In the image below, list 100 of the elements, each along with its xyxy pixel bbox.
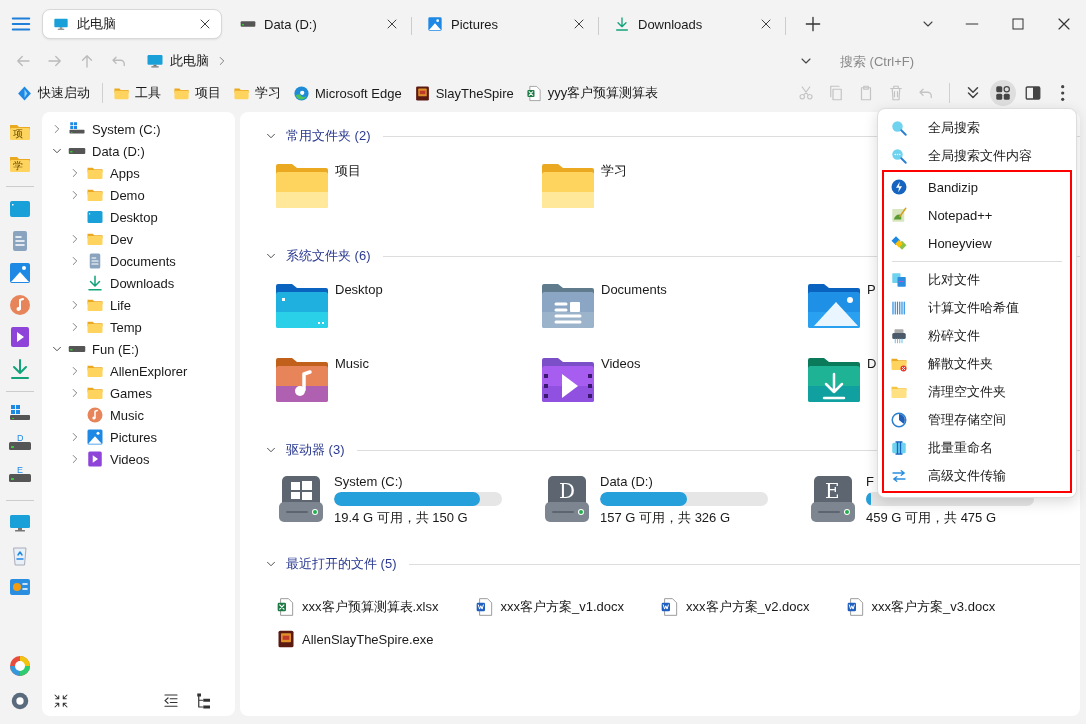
folder-name[interactable]: P [867, 282, 876, 297]
bookmark-item[interactable]: Microsoft Edge [293, 84, 402, 102]
menu-item[interactable]: 全局搜索 [928, 119, 980, 137]
bookmark-item[interactable]: SlayTheSpire [413, 84, 514, 102]
menu-item[interactable]: 批量重命名 [928, 439, 993, 457]
tree-item[interactable]: Pictures [110, 429, 157, 445]
tree-item[interactable]: Documents [110, 253, 176, 269]
tree-item[interactable]: Music [110, 407, 144, 423]
pictures-folder-icon [806, 282, 862, 330]
music-note-icon[interactable] [8, 293, 32, 317]
section-title[interactable]: 最近打开的文件 (5) [286, 555, 397, 573]
menu-item[interactable]: Notepad++ [928, 207, 993, 223]
icon-label: D [17, 433, 24, 443]
videos-folder-icon [540, 356, 596, 404]
tree-view-icon[interactable] [195, 692, 213, 710]
menu-item[interactable]: Bandizip [928, 179, 978, 195]
desktop-folder-icon [274, 282, 330, 330]
video-icon[interactable] [8, 325, 32, 349]
menu-item[interactable]: 清理空文件夹 [928, 383, 1006, 401]
bookmark-item[interactable]: 项目 [173, 84, 221, 102]
section-title[interactable]: 常用文件夹 (2) [286, 127, 371, 145]
tab[interactable]: Pictures [416, 9, 596, 39]
desktop-icon [86, 208, 104, 226]
breadcrumb-item[interactable]: 此电脑 [168, 52, 211, 70]
cut-icon [797, 84, 815, 102]
tree-item[interactable]: Games [110, 385, 152, 401]
panel-icon [1024, 84, 1042, 102]
file-name[interactable]: xxx客户方案_v2.docx [686, 598, 810, 616]
search-field[interactable]: 搜索 (Ctrl+F) [834, 49, 1080, 73]
trash-icon [887, 84, 905, 102]
tree-item[interactable]: Fun (E:) [92, 341, 139, 357]
menu-item[interactable]: 粉碎文件 [928, 327, 980, 345]
tab[interactable]: Downloads [603, 9, 783, 39]
menu-item[interactable]: 解散文件夹 [928, 355, 993, 373]
folder-name[interactable]: Videos [601, 356, 641, 371]
lightning-diamond-icon [16, 84, 33, 102]
tree-item[interactable]: Desktop [110, 209, 158, 225]
bookmark-item[interactable]: 工具 [113, 84, 161, 102]
folder-icon [274, 162, 330, 210]
documents-folder-icon [540, 282, 596, 330]
rename-icon [890, 439, 908, 457]
bookmark-item[interactable]: 快速启动 [16, 84, 90, 102]
game-icon [413, 84, 431, 102]
copy-icon [827, 84, 845, 102]
tab[interactable]: 此电脑 [42, 9, 222, 39]
folder-name[interactable]: Documents [601, 282, 667, 297]
picture-icon [86, 428, 104, 446]
word-document-icon [845, 597, 866, 617]
picture-icon[interactable] [8, 261, 32, 285]
drive-name[interactable]: System (C:) [334, 474, 502, 489]
hard-drive-icon [810, 474, 856, 524]
outdent-icon[interactable] [162, 692, 180, 710]
drive-usage-text: 157 G 可用，共 326 G [600, 509, 732, 527]
menu-item[interactable]: 高级文件传输 [928, 467, 1006, 485]
drive-usage-text: 459 G 可用，共 475 G [866, 509, 998, 527]
settings-icon[interactable] [9, 690, 31, 712]
tree-item[interactable]: Dev [110, 231, 134, 247]
color-wheel-icon[interactable] [8, 654, 32, 678]
download-icon [614, 16, 630, 32]
tree-item[interactable]: Videos [110, 451, 150, 467]
drive-letter: E [825, 479, 840, 503]
file-name[interactable]: AllenSlayTheSpire.exe [302, 631, 434, 647]
menu-item[interactable]: 全局搜索文件内容 [928, 147, 1032, 165]
file-name[interactable]: xxx客户预算测算表.xlsx [302, 598, 439, 616]
bookmark-item[interactable]: yyy客户预算测算表 [525, 84, 659, 102]
tree-item[interactable]: Data (D:) [92, 143, 145, 159]
folder-name[interactable]: 学习 [601, 162, 627, 180]
folder-name[interactable]: 项目 [335, 162, 361, 180]
tree-item[interactable]: Demo [110, 187, 145, 203]
bookmark-item[interactable]: 学习 [233, 84, 281, 102]
tab-label: Downloads [638, 16, 704, 32]
icon-label: 学 [13, 160, 23, 172]
toolbar-button[interactable] [990, 80, 1016, 106]
tree-item[interactable]: Downloads [110, 275, 175, 291]
tree-item[interactable]: System (C:) [92, 121, 161, 137]
section-title[interactable]: 驱动器 (3) [286, 441, 345, 459]
video-icon [86, 450, 104, 468]
menu-item[interactable]: 比对文件 [928, 271, 980, 289]
download-icon[interactable] [8, 357, 32, 381]
music-folder-icon [274, 356, 330, 404]
folder-name[interactable]: Desktop [335, 282, 383, 297]
folder-name[interactable]: D [867, 356, 877, 371]
menu-item[interactable]: 计算文件哈希值 [928, 299, 1019, 317]
file-name[interactable]: xxx客户方案_v3.docx [871, 598, 996, 616]
tab-label: Pictures [451, 16, 499, 32]
tree-item[interactable]: Life [110, 297, 131, 313]
drive-name[interactable]: Data (D:) [600, 474, 768, 489]
lightning-icon [890, 178, 908, 196]
file-name[interactable]: xxx客户方案_v1.docx [500, 598, 625, 616]
tab[interactable]: Data (D:) [229, 9, 409, 39]
collapse-icon[interactable] [52, 692, 70, 710]
drive-usage-text: 19.4 G 可用，共 150 G [334, 509, 469, 527]
tree-item[interactable]: Apps [110, 165, 140, 181]
search-icon [890, 119, 908, 137]
tree-item[interactable]: Temp [110, 319, 142, 335]
tree-item[interactable]: AllenExplorer [110, 363, 188, 379]
folder-name[interactable]: Music [335, 356, 369, 371]
menu-item[interactable]: Honeyview [928, 235, 992, 251]
menu-item[interactable]: 管理存储空间 [928, 411, 1006, 429]
section-title[interactable]: 系统文件夹 (6) [286, 247, 371, 265]
